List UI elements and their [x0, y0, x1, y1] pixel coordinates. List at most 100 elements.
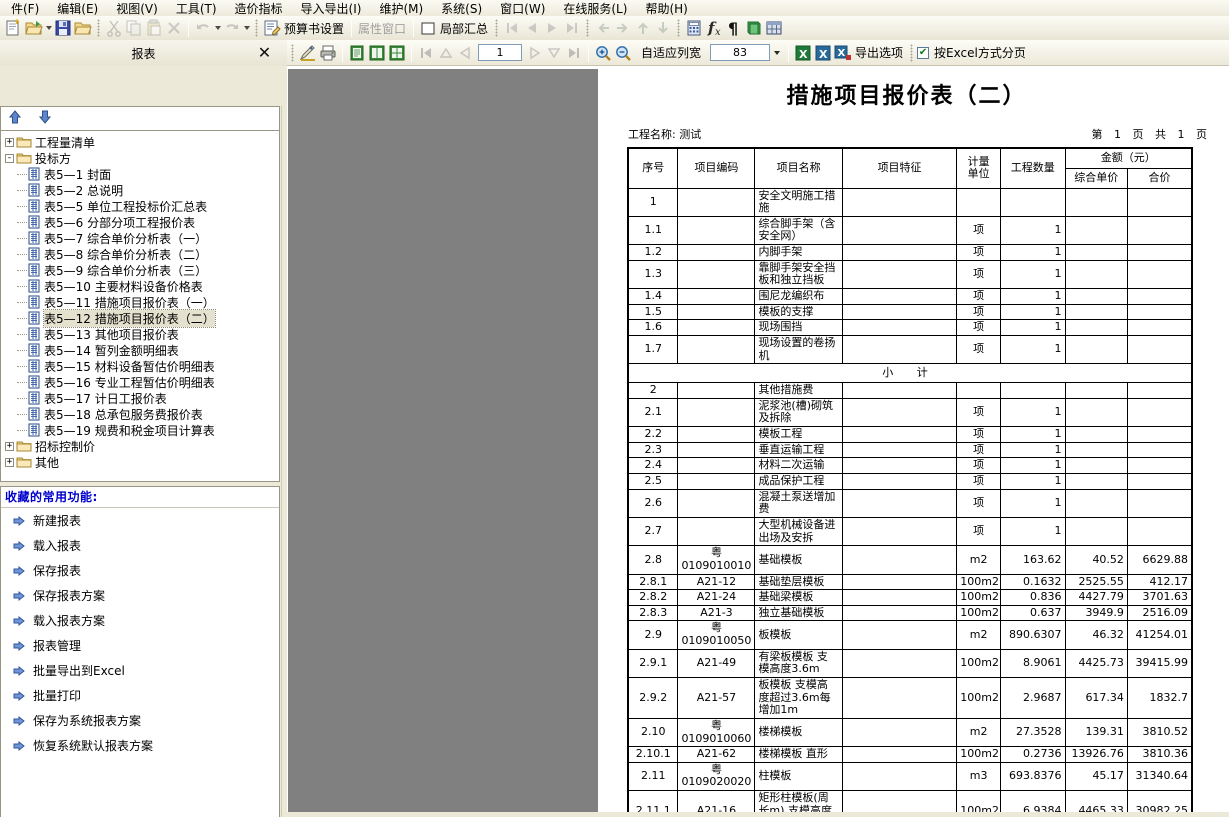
zoom-level-input[interactable]: 83	[710, 44, 771, 61]
tree-report-item-11[interactable]: 表5—12 措施项目报价表（二）	[5, 308, 279, 328]
local-summary-icon[interactable]	[418, 18, 438, 38]
zoom-dropdown-arrow[interactable]	[770, 44, 784, 61]
tree-report-item-6[interactable]: 表5—7 综合单价分析表（一）	[5, 230, 279, 246]
tree-folder-20[interactable]: + 其他	[5, 454, 279, 470]
tree-expander-20[interactable]: +	[5, 457, 14, 467]
favorite-item-7[interactable]: 批量打印	[1, 683, 279, 708]
menu-item-file[interactable]: 件(F)	[2, 2, 48, 16]
tree-report-item-2[interactable]: 表5—1 封面	[5, 166, 279, 182]
tree-report-item-9[interactable]: 表5—10 主要材料设备价格表	[5, 278, 279, 294]
property-window-label[interactable]: 属性窗口	[356, 20, 409, 37]
table-row[interactable]: 1.5 模板的支撑 项 1	[627, 303, 1193, 321]
menu-item-system[interactable]: 系统(S)	[432, 2, 491, 16]
table-row[interactable]: 1.7 现场设置的卷扬机 项 1	[627, 334, 1193, 365]
zoom-in-icon[interactable]	[593, 43, 613, 63]
favorite-item-5[interactable]: 报表管理	[1, 633, 279, 658]
table-row[interactable]: 2 其他措施费	[627, 382, 1193, 399]
table-row[interactable]: 2.1 泥浆池(槽)砌筑及拆除 项 1	[627, 397, 1193, 428]
horizontal-scrollbar[interactable]	[287, 812, 1229, 817]
formula-icon[interactable]: f x	[704, 18, 724, 38]
new-file-icon[interactable]	[4, 18, 24, 38]
export-options-label[interactable]: 导出选项	[853, 44, 906, 61]
tree-report-item-3[interactable]: 表5—2 总说明	[5, 182, 279, 198]
menu-item-online-service[interactable]: 在线服务(L)	[554, 2, 636, 16]
open-file-icon[interactable]	[73, 18, 93, 38]
design-report-icon[interactable]	[298, 43, 318, 63]
tree-folder-0[interactable]: + 工程量清单	[5, 134, 279, 150]
tree-report-item-12[interactable]: 表5—13 其他项目报价表	[5, 326, 279, 342]
undo-dropdown-arrow[interactable]	[213, 19, 222, 37]
menu-item-tools[interactable]: 工具(T)	[167, 2, 226, 16]
redo-dropdown-arrow[interactable]	[242, 19, 251, 37]
zoom-out-icon[interactable]	[613, 43, 633, 63]
favorite-item-6[interactable]: 批量导出到Excel	[1, 658, 279, 683]
tree-expander-0[interactable]: +	[5, 137, 14, 147]
tree-report-item-13[interactable]: 表5—14 暂列金额明细表	[5, 342, 279, 358]
export-excel-icon[interactable]: X	[793, 43, 813, 63]
report-viewport[interactable]: 措施项目报价表（二） 工程名称: 测试 第 1 页 共 1 页 序号 项目编码 …	[287, 66, 1229, 817]
table-row[interactable]: 1.4 围尼龙编织布 项 1	[627, 287, 1193, 305]
tree-folder-19[interactable]: + 招标控制价	[5, 438, 279, 454]
favorite-item-4[interactable]: 载入报表方案	[1, 608, 279, 633]
tree-expander-19[interactable]: +	[5, 441, 14, 451]
menu-item-view[interactable]: 视图(V)	[107, 2, 167, 16]
table-view-icon[interactable]	[764, 18, 784, 38]
print-icon[interactable]	[318, 43, 338, 63]
table-row[interactable]: 2.3 垂直运输工程 项 1	[627, 441, 1193, 459]
budget-settings-icon[interactable]	[262, 18, 282, 38]
table-row[interactable]: 2.10 粤0109010060 楼梯模板 m2 27.3528 139.31 3810.5…	[627, 717, 1193, 748]
tree-report-item-5[interactable]: 表5—6 分部分项工程报价表	[5, 214, 279, 230]
move-up-arrow-icon[interactable]	[8, 109, 28, 129]
table-row[interactable]: 1.3 靠脚手架安全挡板和独立挡板 项 1	[627, 259, 1193, 289]
tree-report-item-16[interactable]: 表5—17 计日工报价表	[5, 390, 279, 406]
excel-paging-label[interactable]: 按Excel方式分页	[932, 44, 1029, 61]
page-layout-icon[interactable]	[347, 43, 367, 63]
table-row[interactable]: 2.8.2 A21-24 基础梁模板 100m2 0.836 4427.79 3701.63	[627, 589, 1193, 606]
favorite-item-9[interactable]: 恢复系统默认报表方案	[1, 733, 279, 758]
tree-report-item-10[interactable]: 表5—11 措施项目报价表（一）	[5, 294, 279, 310]
table-row[interactable]: 2.5 成品保护工程 项 1	[627, 473, 1193, 490]
tree-report-item-8[interactable]: 表5—9 综合单价分析表（三）	[5, 262, 279, 278]
menu-item-import-export[interactable]: 导入导出(I)	[292, 2, 371, 16]
report-tree[interactable]: + 工程量清单 - 投标方 表5—1 封面 表5—2 总说明 表5—5 单位工程投标价汇总表…	[0, 130, 280, 482]
favorite-item-1[interactable]: 载入报表	[1, 533, 279, 558]
favorite-item-0[interactable]: 新建报表	[1, 508, 279, 533]
fit-column-width-label[interactable]: 自适应列宽	[639, 44, 704, 61]
table-row[interactable]: 2.4 材料二次运输 项 1	[627, 457, 1193, 475]
table-row[interactable]: 2.8 粤0109010010 基础模板 m2 163.62 40.52 6629.88	[627, 545, 1193, 575]
tree-report-item-17[interactable]: 表5—18 总承包服务费报价表	[5, 406, 279, 422]
export-excel-sheet-icon[interactable]: X	[813, 43, 833, 63]
menu-item-cost-index[interactable]: 造价指标	[226, 2, 292, 16]
menu-item-help[interactable]: 帮助(H)	[636, 2, 696, 16]
table-row[interactable]: 1.1 综合脚手架（含安全网） 项 1	[627, 215, 1193, 246]
table-row[interactable]: 2.11 粤0109020020 柱模板 m3 693.8376 45.17 31340.6…	[627, 761, 1193, 792]
favorite-item-3[interactable]: 保存报表方案	[1, 583, 279, 608]
move-down-arrow-icon[interactable]	[38, 109, 58, 129]
open-folder-icon[interactable]	[24, 18, 44, 38]
table-row[interactable]: 2.7 大型机械设备进出场及安拆 项 1	[627, 516, 1193, 547]
book-icon[interactable]	[744, 18, 764, 38]
menu-item-window[interactable]: 窗口(W)	[491, 2, 554, 16]
table-row[interactable]: 2.6 混凝土泵送增加费 项 1	[627, 488, 1193, 518]
calculator-icon[interactable]	[684, 18, 704, 38]
save-icon[interactable]	[53, 18, 73, 38]
tree-report-item-7[interactable]: 表5—8 综合单价分析表（二）	[5, 246, 279, 262]
favorite-item-2[interactable]: 保存报表	[1, 558, 279, 583]
table-row[interactable]: 2.9.2 A21-57 板模板 支模高度超过3.6m每增加1m 100m2 2.968…	[627, 677, 1193, 719]
local-summary-label[interactable]: 局部汇总	[438, 20, 491, 37]
tree-report-item-15[interactable]: 表5—16 专业工程暂估价明细表	[5, 374, 279, 390]
excel-paging-checkbox[interactable]: ✔	[917, 46, 930, 59]
table-row[interactable]: 1 安全文明施工措施	[627, 187, 1193, 217]
tree-folder-1[interactable]: - 投标方	[5, 150, 279, 166]
table-row[interactable]: 2.9 粤0109010050 板模板 m2 890.6307 46.32 41254.01	[627, 620, 1193, 650]
menu-item-maintenance[interactable]: 维护(M)	[370, 2, 432, 16]
favorite-item-8[interactable]: 保存为系统报表方案	[1, 708, 279, 733]
tree-report-item-18[interactable]: 表5—19 规费和税金项目计算表	[5, 422, 279, 438]
table-row[interactable]: 2.2 模板工程 项 1	[627, 426, 1193, 443]
table-row[interactable]: 2.8.1 A21-12 基础垫层模板 100m2 0.1632 2525.55 412.1…	[627, 573, 1193, 591]
budget-settings-label[interactable]: 预算书设置	[282, 20, 347, 37]
batch-export-icon[interactable]: X	[833, 43, 853, 63]
current-page-input[interactable]: 1	[478, 44, 522, 61]
table-row[interactable]: 2.8.3 A21-3 独立基础模板 100m2 0.637 3949.9 2516.09	[627, 604, 1193, 622]
table-row[interactable]: 1.2 内脚手架 项 1	[627, 244, 1193, 261]
